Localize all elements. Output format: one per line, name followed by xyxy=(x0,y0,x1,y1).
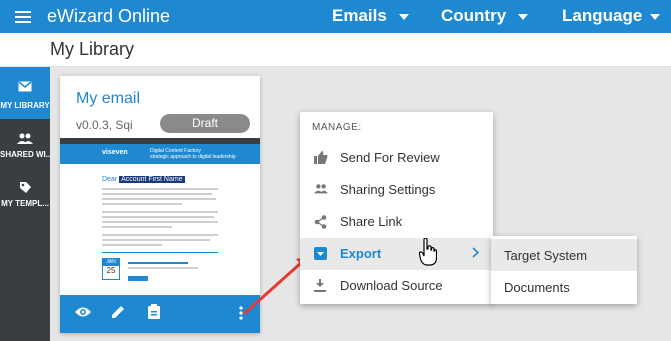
chevron-down-icon[interactable] xyxy=(518,14,528,20)
submenu-item-label: Target System xyxy=(504,248,588,263)
thumbnail-text-line xyxy=(102,216,214,218)
top-bar: eWizard Online Emails Country Language xyxy=(0,0,671,33)
card-title[interactable]: My email xyxy=(76,90,140,108)
chevron-down-icon[interactable] xyxy=(650,14,660,20)
thumbnail-divider xyxy=(102,252,218,253)
menu-item-share-link[interactable]: Share Link xyxy=(300,206,493,238)
export-submenu: Target System Documents xyxy=(491,236,637,304)
menu-item-label: Share Link xyxy=(340,214,403,229)
thumbnail-text-line xyxy=(102,234,218,236)
thumb-up-icon xyxy=(314,151,328,164)
download-icon xyxy=(314,279,326,292)
menu-item-label: Sharing Settings xyxy=(340,182,436,197)
thumbnail-text-line xyxy=(102,244,162,246)
sidebar-item-my-library[interactable]: MY LIBRARY xyxy=(0,67,50,119)
thumbnail-text-line xyxy=(128,262,188,264)
thumbnail-cal-month: JAN xyxy=(103,259,119,266)
thumbnail-text-line xyxy=(102,211,218,213)
card-version: v0.0.3, Sqi xyxy=(76,118,133,132)
thumbnail-text-line xyxy=(102,188,218,190)
people-icon xyxy=(314,184,328,194)
thumbnail-banner: viseven Digital Content Factory strategi… xyxy=(60,144,260,164)
share-icon xyxy=(314,215,327,229)
sidebar-item-shared[interactable]: SHARED WI... xyxy=(0,125,50,177)
page-header: My Library xyxy=(0,33,671,67)
thumbnail-logo: viseven xyxy=(102,149,128,156)
more-vert-icon[interactable] xyxy=(239,306,243,320)
thumbnail-text-line xyxy=(128,267,198,269)
sidebar-item-label: MY LIBRARY xyxy=(0,101,50,110)
menu-item-export[interactable]: Export xyxy=(300,238,493,270)
card-toolbar xyxy=(60,295,260,333)
sidebar: MY LIBRARY SHARED WI... MY TEMPL... xyxy=(0,67,50,341)
status-badge: Draft xyxy=(160,114,250,133)
menu-header: MANAGE: xyxy=(312,122,362,133)
menu-item-label: Send For Review xyxy=(340,150,440,165)
people-icon xyxy=(17,133,33,144)
thumbnail-headline: Digital Content Factory strategic approa… xyxy=(150,148,236,160)
email-card[interactable]: My email v0.0.3, Sqi Draft viseven Digit… xyxy=(60,76,260,333)
thumbnail-greeting: Dear Account First Name xyxy=(102,176,185,183)
menu-item-sharing-settings[interactable]: Sharing Settings xyxy=(300,174,493,206)
eye-icon[interactable] xyxy=(75,306,91,318)
mail-icon xyxy=(18,81,32,92)
email-thumbnail[interactable]: viseven Digital Content Factory strategi… xyxy=(60,138,260,295)
menu-item-download-source[interactable]: Download Source xyxy=(300,270,493,302)
menu-item-label: Download Source xyxy=(340,278,443,293)
menu-item-label: Export xyxy=(340,246,382,261)
submenu-item-documents[interactable]: Documents xyxy=(491,271,637,303)
nav-emails[interactable]: Emails xyxy=(332,6,387,26)
manage-menu: MANAGE: Send For Review Sharing Settings… xyxy=(300,112,493,304)
tag-icon xyxy=(19,182,31,193)
sidebar-item-label: MY TEMPL... xyxy=(1,199,49,208)
thumbnail-cal-day: 25 xyxy=(106,266,116,275)
thumbnail-text-line xyxy=(102,221,218,223)
thumbnail-greeting-word: Dear xyxy=(102,176,118,183)
nav-language[interactable]: Language xyxy=(562,6,642,26)
sidebar-item-templates[interactable]: MY TEMPL... xyxy=(0,173,50,225)
nav-country[interactable]: Country xyxy=(441,6,506,26)
sidebar-item-label: SHARED WI... xyxy=(0,150,50,159)
chevron-right-icon xyxy=(472,247,479,258)
submenu-item-target-system[interactable]: Target System xyxy=(491,239,637,271)
chevron-down-icon[interactable] xyxy=(399,14,409,20)
thumbnail-button xyxy=(128,276,148,281)
thumbnail-text-line xyxy=(102,203,182,205)
thumbnail-text-line xyxy=(102,226,172,228)
thumbnail-text-line xyxy=(102,198,216,200)
thumbnail-calendar: JAN 25 xyxy=(102,258,120,280)
app-title: eWizard Online xyxy=(47,6,171,26)
thumbnail-text-line xyxy=(102,193,212,195)
thumbnail-subheadline: strategic approach to digital leadership xyxy=(150,154,236,160)
hamburger-menu-icon[interactable] xyxy=(15,11,31,23)
clipboard-icon[interactable] xyxy=(148,304,160,319)
pencil-icon[interactable] xyxy=(111,305,125,319)
page-title: My Library xyxy=(50,39,135,59)
submenu-item-label: Documents xyxy=(504,280,570,295)
export-icon xyxy=(314,247,327,260)
thumbnail-name-placeholder: Account First Name xyxy=(119,176,185,183)
thumbnail-text-line xyxy=(102,239,210,241)
menu-item-send-for-review[interactable]: Send For Review xyxy=(300,142,493,174)
